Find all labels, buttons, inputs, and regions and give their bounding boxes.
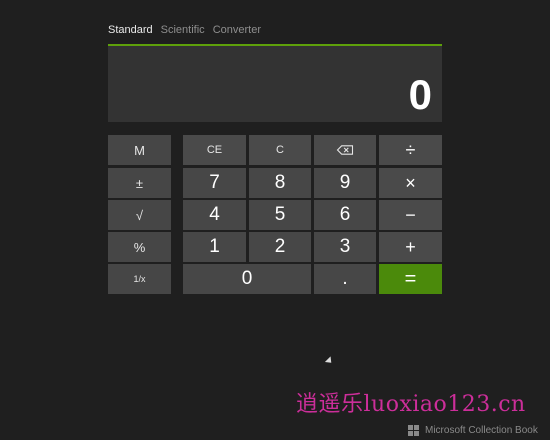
display-value: 0 [408,71,432,118]
brand-watermark-text: Microsoft Collection Book [425,425,538,436]
backspace-button[interactable] [314,135,376,165]
calculator-window: Standard Scientific Converter 0 M CE C ÷… [0,0,550,440]
backspace-icon [336,145,354,155]
square-root-button[interactable]: √ [108,200,171,230]
memory-button[interactable]: M [108,135,171,165]
digit-2-button[interactable]: 2 [249,232,311,262]
digit-8-button[interactable]: 8 [249,168,311,198]
digit-6-button[interactable]: 6 [314,200,376,230]
minus-button[interactable]: − [379,200,442,230]
tab-scientific[interactable]: Scientific [161,23,205,37]
digit-5-button[interactable]: 5 [249,200,311,230]
reciprocal-button[interactable]: 1/x [108,264,171,294]
mode-tabs: Standard Scientific Converter [108,23,261,37]
digit-9-button[interactable]: 9 [314,168,376,198]
mouse-pointer-icon [324,356,335,366]
digit-0-button[interactable]: 0 [183,264,311,294]
windows-logo-icon [408,425,419,436]
plus-button[interactable]: + [379,232,442,262]
digit-3-button[interactable]: 3 [314,232,376,262]
tab-converter[interactable]: Converter [213,23,261,37]
multiply-button[interactable]: × [379,168,442,198]
digit-4-button[interactable]: 4 [183,200,246,230]
digit-1-button[interactable]: 1 [183,232,246,262]
digit-7-button[interactable]: 7 [183,168,246,198]
plus-minus-button[interactable]: ± [108,168,171,198]
tab-standard[interactable]: Standard [108,23,153,37]
divide-button[interactable]: ÷ [379,135,442,165]
percent-button[interactable]: % [108,232,171,262]
clear-entry-button[interactable]: CE [183,135,246,165]
site-watermark: 逍遥乐luoxiao123.cn [296,392,526,417]
brand-watermark: Microsoft Collection Book [408,425,538,436]
result-display: 0 [108,44,442,122]
equals-button[interactable]: = [379,264,442,294]
decimal-button[interactable]: . [314,264,376,294]
clear-button[interactable]: C [249,135,311,165]
